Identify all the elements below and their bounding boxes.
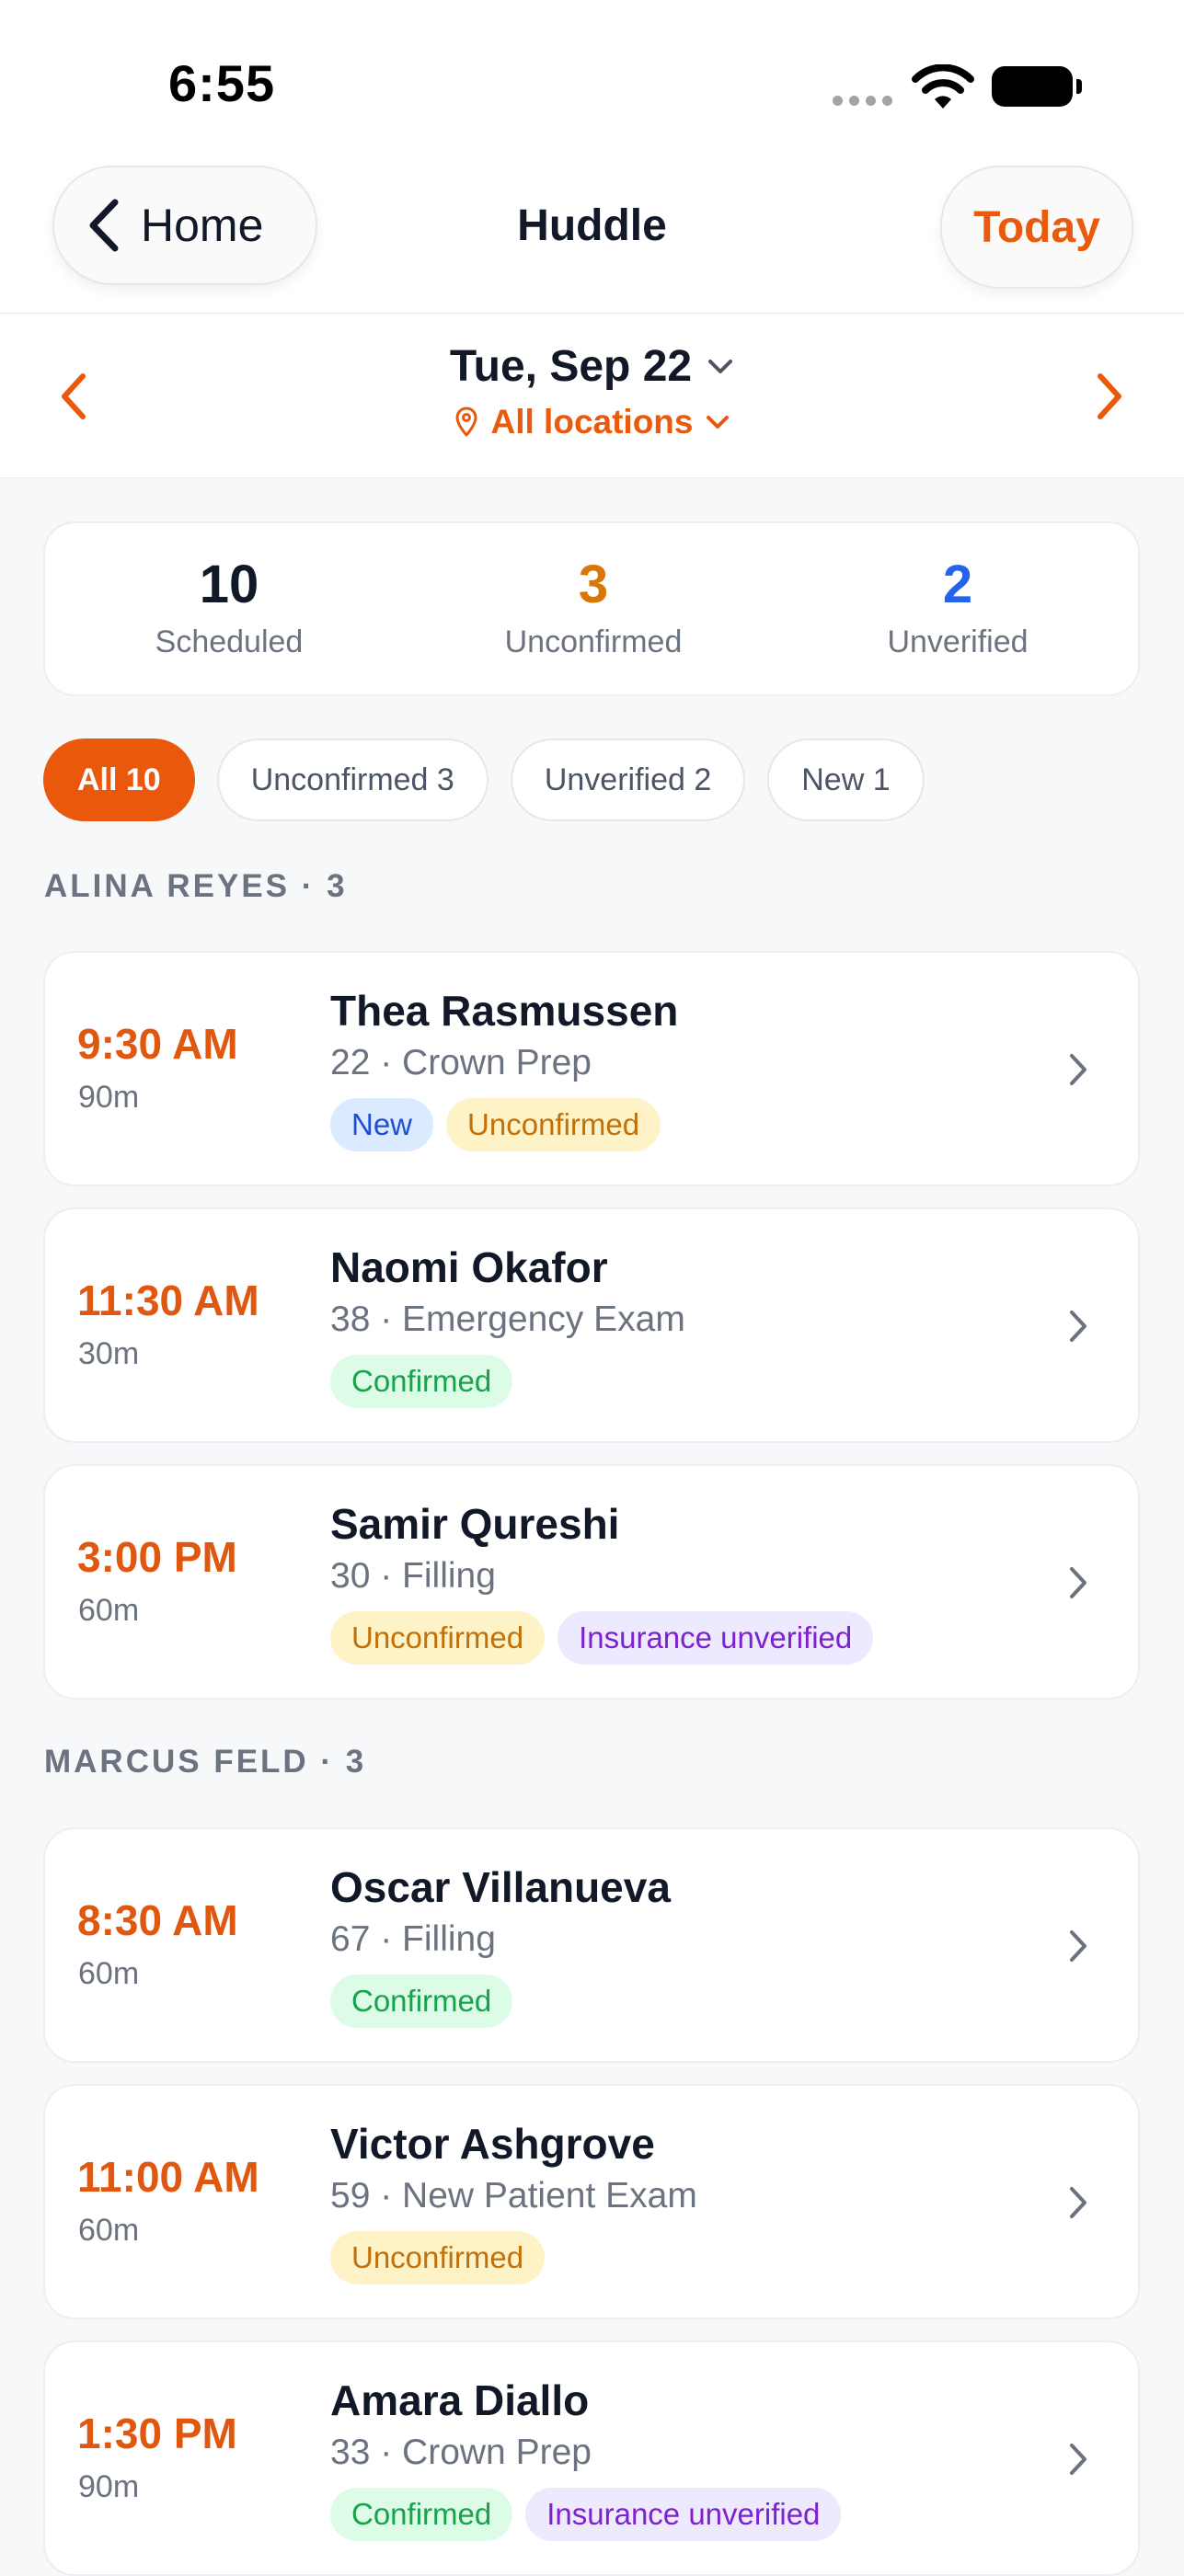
status-badge-confirmed: Confirmed [330,1355,513,1408]
patient-name: Oscar Villanueva [330,1863,671,1911]
patient-detail: 33 · Crown Prep [330,2433,592,2472]
top-bar: 6:55 Home Huddle Today [0,0,1184,314]
stat-value: 2 [942,555,973,614]
status-badge-insurance: Insurance unverified [558,1611,874,1665]
patient-detail: 59 · New Patient Exam [330,2176,697,2215]
appointment-time: 11:00 AM [77,2153,259,2201]
appointment-time: 9:30 AM [77,1020,238,1068]
cellular-signal-icon [833,96,892,106]
status-badge-insurance: Insurance unverified [525,2488,842,2541]
status-badge-confirmed: Confirmed [330,2488,513,2541]
nav-bar: Home Huddle Today [0,166,1184,290]
patient-name: Thea Rasmussen [330,987,679,1035]
stat-unconfirmed: 3 Unconfirmed [442,558,745,660]
patient-name: Samir Qureshi [330,1500,620,1548]
appointment-card[interactable]: 3:00 PM 60m Samir Qureshi 30 · Filling U… [43,1464,1140,1700]
stat-value: 10 [199,555,259,614]
status-badge-confirmed: Confirmed [330,1975,513,2028]
date-dropdown[interactable]: Tue, Sep 22 [450,341,734,392]
appointment-time: 1:30 PM [77,2410,237,2457]
status-badge-unconfirmed: Unconfirmed [446,1098,661,1151]
chevron-right-icon [1070,1311,1086,1342]
patient-name: Victor Ashgrove [330,2120,655,2168]
map-pin-icon [455,406,477,437]
filter-chip-new[interactable]: New 1 [767,738,925,821]
status-tags: Confirmed [330,1355,513,1408]
appointment-card[interactable]: 11:30 AM 30m Naomi Okafor 38 · Emergency… [43,1208,1140,1443]
provider-group-header: MARCUS FELD · 3 [44,1744,367,1780]
status-tags: Unconfirmed [330,2231,546,2284]
patient-name: Naomi Okafor [330,1243,608,1291]
today-button[interactable]: Today [940,166,1133,289]
patient-detail: 30 · Filling [330,1556,496,1596]
stat-unverified: 2 Unverified [806,558,1109,660]
appointment-time: 11:30 AM [77,1277,259,1324]
appointment-card[interactable]: 9:30 AM 90m Thea Rasmussen 22 · Crown Pr… [43,951,1140,1186]
location-dropdown[interactable]: All locations [454,403,730,441]
appointment-card[interactable]: 8:30 AM 60m Oscar Villanueva 67 · Fillin… [43,1827,1140,2063]
battery-icon [992,66,1082,107]
chevron-right-icon [1070,1567,1086,1598]
status-badge-new: New [330,1098,434,1151]
chevron-down-icon [707,416,730,429]
filter-chip-all[interactable]: All 10 [43,738,195,821]
filter-chip-unconfirmed[interactable]: Unconfirmed 3 [216,738,489,821]
chevron-right-icon [1070,2444,1086,2475]
chevron-down-icon [708,359,733,373]
appointment-card[interactable]: 11:00 AM 60m Victor Ashgrove 59 · New Pa… [43,2084,1140,2319]
status-time: 6:55 [168,54,276,112]
stat-label: Unconfirmed [504,624,683,659]
chevron-right-icon [1070,2187,1086,2218]
status-tags: Confirmed Insurance unverified [330,2488,842,2541]
status-badge-unconfirmed: Unconfirmed [330,1611,546,1665]
patient-detail: 22 · Crown Prep [330,1043,592,1082]
next-day-button[interactable] [1095,371,1126,422]
appointment-duration: 90m [78,2469,140,2504]
filter-chips: All 10 Unconfirmed 3 Unverified 2 New 1 [43,738,925,821]
status-tags: Unconfirmed Insurance unverified [330,1611,874,1665]
patient-detail: 38 · Emergency Exam [330,1299,685,1339]
status-tags: New Unconfirmed [330,1098,661,1151]
chevron-right-icon [1070,1054,1086,1085]
appointment-duration: 60m [78,1593,140,1628]
appointment-time: 8:30 AM [77,1896,238,1944]
date-selector: Tue, Sep 22 All locations [0,314,1184,478]
provider-group-header: ALINA REYES · 3 [44,868,348,904]
wifi-icon [912,64,974,109]
summary-card: 10 Scheduled 3 Unconfirmed 2 Unverified [43,521,1140,696]
appointment-duration: 30m [78,1336,140,1371]
appointment-duration: 90m [78,1080,140,1115]
chevron-right-icon [1070,1930,1086,1962]
status-badge-unconfirmed: Unconfirmed [330,2231,546,2284]
stat-value: 3 [578,555,609,614]
appointment-card[interactable]: 1:30 PM 90m Amara Diallo 33 · Crown Prep… [43,2341,1140,2576]
date-label: Tue, Sep 22 [449,342,693,391]
stat-scheduled: 10 Scheduled [77,558,381,660]
appointment-time: 3:00 PM [77,1533,237,1581]
stat-label: Scheduled [155,624,304,659]
location-label: All locations [490,403,694,441]
patient-name: Amara Diallo [330,2376,590,2424]
filter-chip-unverified[interactable]: Unverified 2 [510,738,746,821]
appointment-duration: 60m [78,1956,140,1991]
status-tags: Confirmed [330,1975,513,2028]
patient-detail: 67 · Filling [330,1919,496,1959]
appointment-duration: 60m [78,2213,140,2248]
stat-label: Unverified [887,624,1029,659]
